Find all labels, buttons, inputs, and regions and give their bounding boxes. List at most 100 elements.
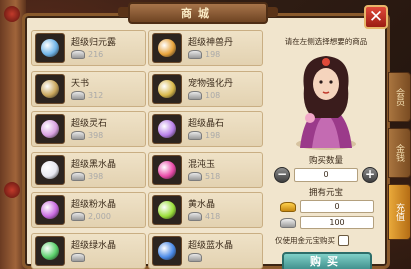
black-crystal-icon — [35, 154, 65, 185]
item-name: 混沌玉 — [188, 159, 216, 170]
close-icon: ✕ — [368, 7, 384, 27]
item-art — [41, 201, 59, 219]
shop-item[interactable]: 超级黑水晶 398 — [31, 151, 146, 188]
increase-quantity-button[interactable]: + — [362, 167, 378, 183]
silver-ingot-icon — [71, 90, 85, 100]
shop-item[interactable]: 超级蓝水晶 — [148, 232, 263, 269]
gold-only-option: 仅使用金元宝购买 — [275, 233, 379, 247]
item-art — [158, 160, 176, 179]
item-price-row: 198 — [188, 50, 220, 59]
crystal-stone-icon — [152, 114, 182, 144]
item-price: 198 — [205, 50, 221, 59]
item-art — [158, 79, 176, 98]
item-name: 超级晶石 — [188, 119, 225, 129]
blue-potion-icon — [35, 33, 65, 63]
beast-pill-icon — [152, 33, 182, 63]
item-art — [41, 39, 59, 57]
side-tab-bar: 会员 金钱 充值 — [388, 36, 411, 269]
item-price-row: 398 — [71, 131, 103, 140]
side-tab[interactable]: 会员 — [388, 72, 411, 122]
item-name: 超级粉水晶 — [71, 200, 117, 210]
item-art — [41, 79, 59, 98]
item-price-row: 216 — [71, 50, 103, 59]
pink-crystal-icon — [35, 195, 65, 225]
shop-item[interactable]: 超级绿水晶 — [31, 232, 146, 269]
shop-item[interactable]: 超级归元露 216 — [31, 30, 146, 66]
item-price-row: 108 — [188, 90, 221, 100]
pet-pill-icon — [152, 73, 182, 104]
silver-ingot-icon — [188, 50, 202, 59]
item-name: 超级蓝水晶 — [188, 240, 234, 251]
silver-ingot-icon — [188, 252, 202, 262]
merchant-portrait — [296, 56, 356, 150]
item-price-row — [188, 252, 205, 262]
silver-ingot-icon — [188, 90, 202, 100]
item-price: 216 — [88, 50, 104, 59]
shop-item[interactable]: 混沌玉 518 — [148, 151, 263, 188]
spirit-stone-icon — [35, 114, 65, 144]
item-price: 2,000 — [88, 212, 111, 221]
gold-balance-value: 0 — [300, 200, 374, 213]
buy-button[interactable]: 购买 — [282, 252, 372, 269]
item-price-row — [71, 252, 88, 262]
silver-balance-row: 100 — [278, 216, 378, 230]
item-price: 418 — [205, 212, 221, 221]
item-art — [41, 120, 59, 138]
item-name: 天书 — [71, 78, 90, 89]
yellow-crystal-icon — [152, 195, 182, 225]
shop-item[interactable]: 宠物强化丹 108 — [148, 70, 263, 107]
side-tab[interactable]: 金钱 — [388, 128, 411, 178]
silver-ingot-icon — [188, 171, 202, 181]
item-price: 398 — [88, 131, 104, 140]
item-name: 超级黑水晶 — [71, 159, 117, 170]
silver-ingot-icon — [71, 171, 85, 181]
item-art — [158, 39, 176, 57]
chaos-jade-icon — [152, 154, 182, 185]
item-price: 398 — [88, 171, 104, 181]
silver-ingot-icon — [71, 212, 85, 221]
owned-currency-label: 拥有元宝 — [308, 188, 343, 198]
shop-item[interactable]: 超级神兽丹 198 — [148, 30, 263, 66]
gold-balance-row: 0 — [278, 200, 378, 214]
silver-balance-value: 100 — [300, 216, 374, 229]
item-price: 108 — [205, 90, 221, 100]
book-icon — [35, 73, 65, 104]
left-emblem-icon — [4, 182, 20, 198]
item-price: 198 — [205, 131, 221, 140]
item-price-row: 398 — [71, 171, 104, 181]
item-price-row: 312 — [71, 90, 103, 100]
decrease-quantity-button[interactable]: − — [274, 167, 290, 183]
item-art — [158, 241, 176, 260]
item-name: 超级归元露 — [71, 38, 117, 48]
close-button[interactable]: ✕ — [364, 5, 388, 29]
item-price-row: 518 — [188, 171, 220, 181]
gold-only-label: 仅使用金元宝购买 — [275, 235, 335, 245]
quantity-input[interactable]: 0 — [294, 168, 358, 182]
left-emblem-icon — [4, 6, 20, 22]
item-art — [41, 160, 59, 179]
item-name: 宠物强化丹 — [188, 78, 234, 89]
item-price-row: 2,000 — [71, 212, 111, 221]
shop-item[interactable]: 超级粉水晶 2,000 — [31, 192, 146, 228]
item-name: 超级绿水晶 — [71, 240, 117, 251]
item-price-row: 198 — [188, 131, 220, 140]
selection-hint: 请在左侧选择想要的商品 — [284, 37, 368, 46]
silver-ingot-icon — [71, 252, 85, 262]
silver-ingot-icon — [280, 218, 296, 228]
silver-ingot-icon — [188, 212, 202, 221]
side-tab[interactable]: 充值 — [388, 184, 411, 240]
shop-item[interactable]: 天书 312 — [31, 70, 146, 107]
item-name: 黄水晶 — [188, 200, 216, 210]
item-art — [158, 120, 176, 138]
shop-item[interactable]: 黄水晶 418 — [148, 192, 263, 228]
shop-item[interactable]: 超级晶石 198 — [148, 111, 263, 147]
item-price-row: 418 — [188, 212, 220, 221]
item-art — [158, 201, 176, 219]
item-name: 超级灵石 — [71, 119, 108, 129]
shop-title: 商城 — [128, 2, 268, 24]
silver-ingot-icon — [71, 50, 85, 59]
quantity-label: 购买数量 — [308, 156, 343, 166]
gold-only-checkbox[interactable] — [338, 234, 349, 246]
shop-item[interactable]: 超级灵石 398 — [31, 111, 146, 147]
silver-ingot-icon — [71, 131, 85, 140]
